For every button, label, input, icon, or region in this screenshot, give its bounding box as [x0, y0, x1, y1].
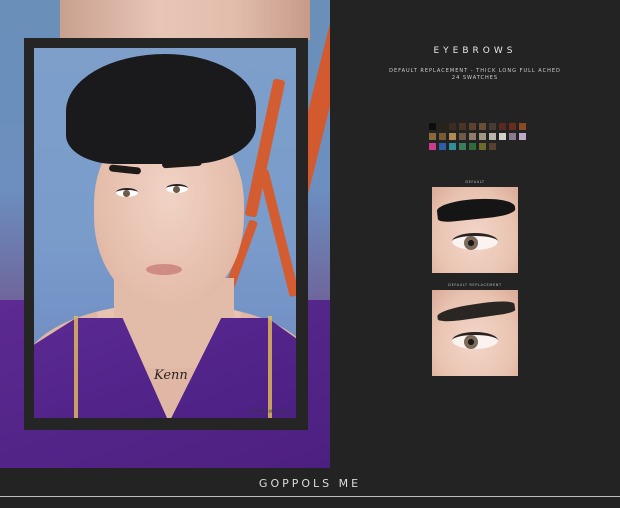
- color-swatch[interactable]: [449, 123, 456, 130]
- swatch-count: 24 SWATCHES: [451, 75, 499, 81]
- color-swatch[interactable]: [439, 143, 446, 150]
- color-swatch[interactable]: [429, 133, 436, 140]
- color-swatch[interactable]: [519, 123, 526, 130]
- background-face: [60, 0, 310, 40]
- product-title: EYEBROWS: [433, 46, 517, 56]
- footer-brand: GOPPOLS ME: [258, 477, 362, 490]
- color-swatch[interactable]: [499, 133, 506, 140]
- color-swatch[interactable]: [509, 133, 516, 140]
- color-swatch[interactable]: [459, 133, 466, 140]
- preview-eye: [452, 332, 498, 349]
- color-swatch[interactable]: [489, 123, 496, 130]
- color-swatch[interactable]: [429, 143, 436, 150]
- picture-frame: Kenn GOPPOLSME 2022: [24, 38, 308, 430]
- preview-default: [432, 187, 518, 273]
- color-swatch[interactable]: [439, 133, 446, 140]
- color-swatch[interactable]: [469, 133, 476, 140]
- product-description: DEFAULT REPLACEMENT - THICK LONG FULL AC…: [389, 68, 561, 74]
- color-swatch[interactable]: [489, 133, 496, 140]
- color-swatch[interactable]: [449, 133, 456, 140]
- right-eye: [166, 184, 188, 193]
- footer-divider: [0, 496, 620, 497]
- color-swatch[interactable]: [459, 123, 466, 130]
- color-swatch[interactable]: [479, 123, 486, 130]
- orange-brush-stroke: [258, 168, 296, 298]
- color-swatch[interactable]: [479, 133, 486, 140]
- portrait-lips: [146, 264, 182, 275]
- preview-eyebrow: [436, 298, 516, 324]
- color-swatch[interactable]: [459, 143, 466, 150]
- color-swatch[interactable]: [479, 143, 486, 150]
- color-swatch[interactable]: [519, 133, 526, 140]
- chest-tattoo-text: Kenn: [154, 368, 188, 383]
- left-eye: [116, 188, 138, 197]
- cc-preview-page: Kenn GOPPOLSME 2022 EYEBROWS DEFAULT REP…: [0, 0, 620, 508]
- preview-label-default: DEFAULT: [465, 180, 485, 184]
- preview-eye: [452, 233, 498, 250]
- color-swatch[interactable]: [499, 123, 506, 130]
- color-swatch[interactable]: [439, 123, 446, 130]
- color-swatch[interactable]: [489, 143, 496, 150]
- portrait-photo: Kenn GOPPOLSME 2022: [34, 48, 296, 418]
- color-swatch[interactable]: [429, 123, 436, 130]
- preview-label-replacement: DEFAULT REPLACEMENT: [448, 283, 502, 287]
- portrait-hair: [66, 54, 256, 164]
- color-swatch-grid: [429, 123, 526, 150]
- color-swatch[interactable]: [449, 143, 456, 150]
- color-swatch[interactable]: [469, 143, 476, 150]
- preview-replacement: [432, 290, 518, 376]
- artwork-credit: GOPPOLSME 2022: [246, 409, 290, 414]
- color-swatch[interactable]: [509, 123, 516, 130]
- color-swatch[interactable]: [469, 123, 476, 130]
- preview-eyebrow: [436, 194, 516, 224]
